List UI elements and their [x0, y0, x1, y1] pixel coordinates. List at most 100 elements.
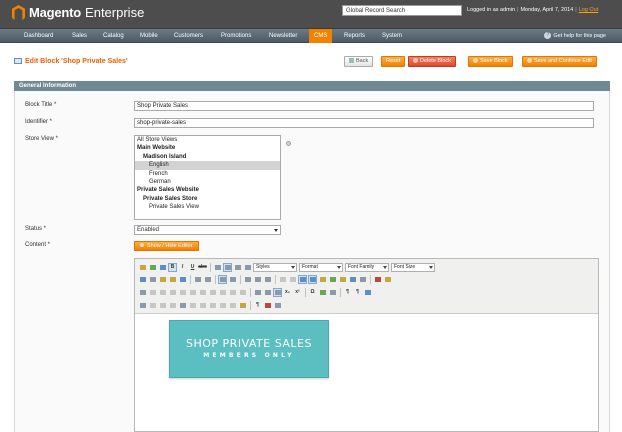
- magento-logo[interactable]: Magento Enterprise: [12, 5, 144, 20]
- delete-block-button[interactable]: Delete Block: [408, 56, 456, 67]
- table-icon[interactable]: [138, 288, 147, 297]
- help-editor-icon[interactable]: [348, 275, 357, 284]
- format-dropdown[interactable]: Format: [299, 262, 343, 272]
- absolute-icon[interactable]: [168, 301, 177, 310]
- bold-icon[interactable]: B: [168, 262, 177, 272]
- identifier-input[interactable]: shop-private-sales: [134, 118, 594, 128]
- blockquote-icon[interactable]: [263, 275, 272, 284]
- redo-icon[interactable]: [288, 275, 297, 284]
- merge-cells-icon[interactable]: [238, 288, 247, 297]
- superscript-icon[interactable]: x²: [293, 288, 302, 297]
- split-cells-icon[interactable]: [228, 288, 237, 297]
- store-view-option[interactable]: German: [135, 178, 280, 186]
- cut-icon[interactable]: [138, 275, 147, 284]
- align-left-icon[interactable]: [213, 263, 222, 272]
- text-color-icon[interactable]: [373, 275, 382, 284]
- nav-reports[interactable]: Reports: [342, 29, 367, 43]
- block-title-input[interactable]: Shop Private Sales: [134, 101, 594, 111]
- underline-icon[interactable]: U: [188, 263, 197, 272]
- help-link[interactable]: ? Get help for this page: [544, 29, 606, 43]
- nav-catalog[interactable]: Catalog: [101, 29, 126, 43]
- indent-icon[interactable]: [253, 275, 262, 284]
- template-icon[interactable]: [273, 301, 282, 310]
- outdent-icon[interactable]: [243, 275, 252, 284]
- show-hide-editor-button[interactable]: Show / Hide Editor: [134, 241, 199, 251]
- row-props-icon[interactable]: [148, 288, 157, 297]
- fullscreen-icon[interactable]: [363, 288, 372, 297]
- align-justify-icon[interactable]: [243, 263, 252, 272]
- status-select[interactable]: Enabled: [134, 225, 281, 235]
- nav-mobile[interactable]: Mobile: [138, 29, 160, 43]
- nav-sales[interactable]: Sales: [70, 29, 89, 43]
- background-color-icon[interactable]: [383, 275, 392, 284]
- ltr-icon[interactable]: ¶: [343, 288, 352, 297]
- copy-icon[interactable]: [148, 275, 157, 284]
- save-block-button[interactable]: Save Block: [468, 56, 513, 67]
- delete-col-icon[interactable]: [218, 288, 227, 297]
- align-center-icon[interactable]: [223, 262, 232, 272]
- special-char-icon[interactable]: Ω: [308, 288, 317, 297]
- store-view-option[interactable]: Private Sales View: [135, 203, 280, 211]
- horizontal-rule-icon[interactable]: [253, 288, 262, 297]
- store-view-multiselect[interactable]: All Store Views Main Website Madison Islan…: [134, 135, 281, 220]
- store-view-option[interactable]: Private Sales Website: [135, 186, 280, 194]
- style-props-icon[interactable]: [178, 301, 187, 310]
- reset-button[interactable]: Reset: [381, 56, 406, 67]
- align-right-icon[interactable]: [233, 263, 242, 272]
- image-icon[interactable]: [328, 275, 337, 284]
- nav-promotions[interactable]: Promotions: [219, 29, 253, 43]
- citation-icon[interactable]: [188, 301, 197, 310]
- font-size-dropdown[interactable]: Font Size: [391, 262, 435, 272]
- save-and-continue-button[interactable]: Save and Continue Edit: [522, 56, 597, 67]
- paste-icon[interactable]: [158, 275, 167, 284]
- store-view-option[interactable]: French: [135, 170, 280, 178]
- remove-format-icon[interactable]: [263, 288, 272, 297]
- col-before-icon[interactable]: [198, 288, 207, 297]
- show-blocks-icon[interactable]: ¶: [253, 301, 262, 310]
- insert-variable-icon[interactable]: [158, 263, 167, 272]
- paste-word-icon[interactable]: [178, 275, 187, 284]
- strikethrough-icon[interactable]: abc: [198, 263, 207, 272]
- styles-dropdown[interactable]: Styles: [253, 262, 297, 272]
- nav-newsletter[interactable]: Newsletter: [267, 29, 299, 43]
- nav-cms[interactable]: CMS: [309, 29, 333, 43]
- back-button[interactable]: Back: [344, 56, 374, 67]
- font-family-dropdown[interactable]: Font Family: [345, 262, 389, 272]
- nav-system[interactable]: System: [380, 29, 404, 43]
- numbered-list-icon[interactable]: [228, 275, 237, 284]
- info-icon[interactable]: [286, 141, 291, 146]
- attributes-icon[interactable]: [238, 301, 247, 310]
- pagebreak-icon[interactable]: [328, 288, 337, 297]
- cell-props-icon[interactable]: [158, 288, 167, 297]
- cleanup-icon[interactable]: [338, 275, 347, 284]
- store-view-option[interactable]: Private Sales Store: [135, 195, 280, 203]
- insert-layer-icon[interactable]: [138, 301, 147, 310]
- delete-row-icon[interactable]: [188, 288, 197, 297]
- paste-text-icon[interactable]: [168, 275, 177, 284]
- media-icon[interactable]: [318, 288, 327, 297]
- html-source-icon[interactable]: [358, 275, 367, 284]
- insertion-icon[interactable]: [228, 301, 237, 310]
- row-after-icon[interactable]: [178, 288, 187, 297]
- link-icon[interactable]: [298, 274, 307, 284]
- wysiwyg-editor[interactable]: B I U abc Styles Format Font Family Font…: [134, 258, 599, 432]
- find-icon[interactable]: [193, 275, 202, 284]
- store-view-option[interactable]: Main Website: [135, 144, 280, 152]
- deletion-icon[interactable]: [218, 301, 227, 310]
- store-view-option[interactable]: All Store Views: [135, 136, 280, 144]
- visual-aid-icon[interactable]: [273, 287, 282, 297]
- move-backward-icon[interactable]: [158, 301, 167, 310]
- nav-dashboard[interactable]: Dashboard: [22, 29, 55, 43]
- logout-link[interactable]: Log Out: [579, 7, 599, 13]
- anchor-icon[interactable]: [318, 275, 327, 284]
- abbreviation-icon[interactable]: [198, 301, 207, 310]
- store-view-option[interactable]: Madison Island: [135, 153, 280, 161]
- insert-image-icon[interactable]: [148, 263, 157, 272]
- undo-icon[interactable]: [278, 275, 287, 284]
- nav-customers[interactable]: Customers: [172, 29, 205, 43]
- replace-icon[interactable]: [203, 275, 212, 284]
- store-view-option[interactable]: English: [135, 161, 280, 170]
- acronym-icon[interactable]: [208, 301, 217, 310]
- row-before-icon[interactable]: [168, 288, 177, 297]
- rtl-icon[interactable]: ¶: [353, 288, 362, 297]
